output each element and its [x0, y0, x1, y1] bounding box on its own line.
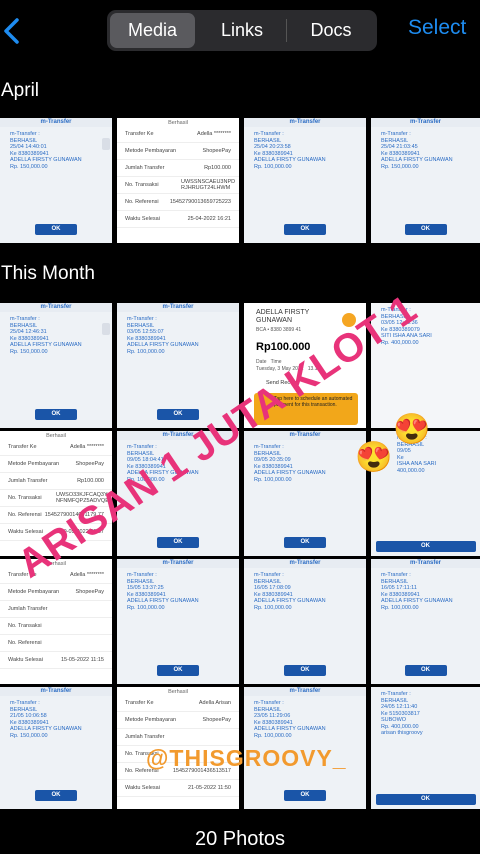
thumb-ok: OK	[404, 665, 447, 676]
receipt-row: Waktu Selesai 15-05-2022 11:15	[0, 652, 112, 669]
photo-thumbnail[interactable]: Berhasil Transfer Ke Adella ******** Meto…	[0, 559, 112, 684]
thumb-text: m-Transfer : BERHASIL 25/04 20:23:58 Ke …	[254, 131, 326, 170]
thumb-title: m-Transfer	[371, 559, 480, 568]
thumb-title: m-Transfer	[0, 118, 112, 127]
thumb-title: m-Transfer	[244, 118, 366, 127]
thumb-ok: OK	[284, 790, 326, 801]
thumb-ok: OK	[284, 537, 326, 548]
thumb-ok: OK	[35, 224, 77, 235]
photo-thumbnail[interactable]: m-Transfer : BERHASIL 24/05 12:11:40 Ke …	[371, 687, 480, 809]
media-type-segmented-control: Media Links Docs	[107, 10, 377, 51]
thumb-text: m-Transfer : BERHASIL 16/05 17:08:09 Ke …	[254, 572, 326, 611]
receipt-row: Metode Pembayaran ShopeePay	[0, 456, 112, 473]
receipt-row: Waktu Selesai 21-05-2022 11:50	[117, 780, 239, 797]
thumb-ok: OK	[404, 224, 447, 235]
thumb-title: m-Transfer	[117, 303, 239, 312]
thumb-chevron	[102, 138, 110, 150]
section-title-this-month: This Month	[1, 263, 95, 284]
photo-count-label: 20 Photos	[194, 828, 286, 850]
thumb-text: m-Transfer : BERHASIL 15/05 13:37:25 Ke …	[127, 572, 199, 611]
select-button[interactable]: Select	[408, 16, 466, 40]
receipt-row: Transfer Ke Adella Arisan	[117, 695, 239, 712]
thumb-text: m-Transfer : BERHASIL 09/05 20:35:09 Ke …	[254, 444, 326, 483]
receipt-row: Metode Pembayaran ShopeePay	[117, 712, 239, 729]
receipt-row: Jumlah Transfer	[0, 601, 112, 618]
back-chevron-icon[interactable]	[2, 14, 28, 48]
thumb-title: m-Transfer	[244, 687, 366, 696]
receipt-row: No. Transaksi	[0, 618, 112, 635]
top-bar: Media Links Docs Select	[0, 0, 480, 62]
instagram-handle-overlay: @THISGROOVY_	[146, 745, 347, 771]
tab-links[interactable]: Links	[198, 13, 286, 48]
thumb-chevron	[102, 323, 110, 335]
tab-media[interactable]: Media	[110, 13, 195, 48]
heart-eyes-emoji-icon: 😍	[393, 413, 431, 446]
receipt-row: Waktu Selesai 25-04-2022 16:21	[117, 211, 239, 228]
photo-thumbnail[interactable]: m-Transfer m-Transfer : BERHASIL 09/05 2…	[244, 431, 366, 556]
section-title-april: April	[1, 80, 40, 101]
photo-thumbnail[interactable]: m-Transfer m-Transfer : BERHASIL 21/05 1…	[0, 687, 112, 809]
thumb-text: m-Transfer : BERHASIL 03/05 12:55:07 Ke …	[127, 316, 199, 355]
thumb-ok: OK	[284, 665, 326, 676]
thumb-title: m-Transfer	[117, 559, 239, 568]
photo-thumbnail[interactable]: m-Transfer m-Transfer : BERHASIL 16/05 1…	[371, 559, 480, 684]
thumb-ok: OK	[157, 409, 199, 420]
photo-thumbnail[interactable]: m-Transfer m-Transfer : BERHASIL 15/05 1…	[117, 559, 239, 684]
thumb-title: m-Transfer	[0, 303, 112, 312]
thumb-ok: OK	[157, 665, 199, 676]
photo-thumbnail[interactable]: Berhasil Transfer Ke Adella ******** Meto…	[117, 118, 239, 243]
thumb-text: m-Transfer : BERHASIL 24/05 12:11:40 Ke …	[381, 691, 423, 736]
thumb-text: m-Transfer : BERHASIL 16/05 17:11:11 Ke …	[381, 572, 453, 611]
receipt-title: Berhasil	[168, 120, 188, 126]
receipt-row: Transfer Ke Adella ********	[0, 439, 112, 456]
receipt-title: Berhasil	[168, 689, 188, 695]
thumb-text: m-Transfer : BERHASIL 23/05 11:29:06 Ke …	[254, 700, 326, 739]
photo-thumbnail[interactable]: m-Transfer m-Transfer : BERHASIL 25/04 1…	[0, 303, 112, 428]
receipt-row: Jumlah Transfer Rp100.000	[117, 160, 239, 177]
thumb-ok: OK	[35, 790, 77, 801]
photo-thumbnail[interactable]: m-Transfer m-Transfer : BERHASIL 25/04 1…	[0, 118, 112, 243]
receipt-row: Metode Pembayaran ShopeePay	[0, 584, 112, 601]
receipt-row: Jumlah Transfer	[117, 729, 239, 746]
thumb-text: m-Transfer : BERHASIL 25/04 21:03:45 Ke …	[381, 131, 453, 170]
photo-thumbnail[interactable]: m-Transfer m-Transfer : BERHASIL 16/05 1…	[244, 559, 366, 684]
thumb-text: m-Transfer : BERHASIL 25/04 14:40:01 Ke …	[10, 131, 82, 170]
thumb-ok: OK	[284, 224, 326, 235]
receipt-row: No. Referensi	[0, 635, 112, 652]
photo-thumbnail[interactable]: m-Transfer m-Transfer : BERHASIL 25/04 2…	[371, 118, 480, 243]
thumb-ok: OK	[157, 537, 199, 548]
thumb-title: m-Transfer	[0, 687, 112, 696]
thumb-title: m-Transfer	[371, 118, 480, 127]
heart-eyes-emoji-icon: 😍	[355, 441, 393, 474]
receipt-title: Berhasil	[46, 433, 66, 439]
thumb-ok: OK	[35, 409, 77, 420]
receipt-row: Metode Pembayaran ShopeePay	[117, 143, 239, 160]
thumb-ok: OK	[375, 794, 476, 805]
receipt-row: Jumlah Transfer Rp100.000	[0, 473, 112, 490]
tab-divider	[286, 19, 287, 42]
thumb-text: m-Transfer : BERHASIL 25/04 12:46:31 Ke …	[10, 316, 82, 355]
thumb-text: m-Transfer : BERHASIL 21/05 10:06:58 Ke …	[10, 700, 82, 739]
thumb-ok: OK	[375, 541, 476, 552]
april-photo-row: m-Transfer m-Transfer : BERHASIL 25/04 1…	[0, 118, 480, 243]
photo-thumbnail[interactable]: m-Transfer m-Transfer : BERHASIL 25/04 2…	[244, 118, 366, 243]
tab-docs[interactable]: Docs	[288, 13, 374, 48]
receipt-row: No. Transaksi UWSSNSCAEU3NPD RJHRUGT24LHW…	[117, 177, 239, 194]
receipt-row: No. Referensi 15452790013659725223	[117, 194, 239, 211]
thumb-title: m-Transfer	[244, 559, 366, 568]
receipt-row: Transfer Ke Adella ********	[117, 126, 239, 143]
